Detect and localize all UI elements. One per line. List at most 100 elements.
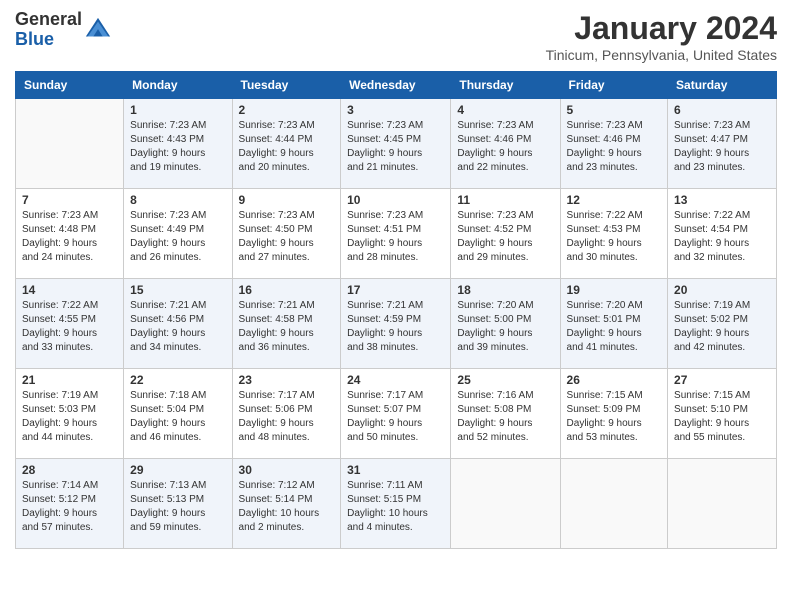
day-number: 25 — [457, 373, 553, 387]
day-info: Sunrise: 7:20 AMSunset: 5:00 PMDaylight:… — [457, 299, 553, 355]
col-monday: Monday — [124, 72, 232, 99]
calendar-cell: 4Sunrise: 7:23 AMSunset: 4:46 PMDaylight… — [451, 99, 560, 189]
day-info: Sunrise: 7:22 AMSunset: 4:55 PMDaylight:… — [22, 299, 117, 355]
calendar-cell: 18 Sunrise: 7:20 AMSunset: 5:00 PMDayligh… — [451, 279, 560, 369]
col-saturday: Saturday — [668, 72, 777, 99]
day-number: 1 — [130, 103, 225, 117]
week-row-2: 7 Sunrise: 7:23 AMSunset: 4:48 PMDaylight… — [16, 189, 777, 279]
day-number: 9 — [239, 193, 335, 207]
day-info: Sunrise: 7:15 AMSunset: 5:09 PMDaylight:… — [567, 389, 662, 445]
calendar-cell: 22 Sunrise: 7:18 AMSunset: 5:04 PMDayligh… — [124, 369, 232, 459]
calendar-cell: 1 Sunrise: 7:23 AMSunset: 4:43 PMDaylight… — [124, 99, 232, 189]
day-number: 11 — [457, 193, 553, 207]
day-number: 13 — [674, 193, 770, 207]
col-thursday: Thursday — [451, 72, 560, 99]
calendar-cell: 23 Sunrise: 7:17 AMSunset: 5:06 PMDayligh… — [232, 369, 341, 459]
calendar-cell: 9 Sunrise: 7:23 AMSunset: 4:50 PMDaylight… — [232, 189, 341, 279]
day-number: 22 — [130, 373, 225, 387]
calendar-body: 1 Sunrise: 7:23 AMSunset: 4:43 PMDaylight… — [16, 99, 777, 549]
calendar-cell: 24Sunrise: 7:17 AMSunset: 5:07 PMDayligh… — [341, 369, 451, 459]
calendar-cell — [16, 99, 124, 189]
page-header: General Blue January 2024 Tinicum, Penns… — [15, 10, 777, 63]
header-row: Sunday Monday Tuesday Wednesday Thursday… — [16, 72, 777, 99]
calendar-cell: 5 Sunrise: 7:23 AMSunset: 4:46 PMDaylight… — [560, 99, 668, 189]
day-number: 24 — [347, 373, 444, 387]
calendar-cell: 27 Sunrise: 7:15 AMSunset: 5:10 PMDayligh… — [668, 369, 777, 459]
day-number: 3 — [347, 103, 444, 117]
day-number: 27 — [674, 373, 770, 387]
day-number: 28 — [22, 463, 117, 477]
col-tuesday: Tuesday — [232, 72, 341, 99]
day-info: Sunrise: 7:21 AMSunset: 4:58 PMDaylight:… — [239, 299, 335, 355]
month-year: January 2024 — [546, 10, 777, 47]
day-number: 29 — [130, 463, 225, 477]
day-number: 12 — [567, 193, 662, 207]
day-info: Sunrise: 7:12 AMSunset: 5:14 PMDaylight:… — [239, 479, 335, 535]
title-area: January 2024 Tinicum, Pennsylvania, Unit… — [546, 10, 777, 63]
day-number: 10 — [347, 193, 444, 207]
calendar-cell: 13Sunrise: 7:22 AMSunset: 4:54 PMDayligh… — [668, 189, 777, 279]
day-info: Sunrise: 7:11 AMSunset: 5:15 PMDaylight:… — [347, 479, 444, 535]
day-info: Sunrise: 7:23 AMSunset: 4:52 PMDaylight:… — [457, 209, 553, 265]
day-number: 5 — [567, 103, 662, 117]
day-info: Sunrise: 7:18 AMSunset: 5:04 PMDaylight:… — [130, 389, 225, 445]
calendar-cell: 29 Sunrise: 7:13 AMSunset: 5:13 PMDayligh… — [124, 459, 232, 549]
col-sunday: Sunday — [16, 72, 124, 99]
day-info: Sunrise: 7:23 AMSunset: 4:43 PMDaylight:… — [130, 119, 225, 175]
day-number: 20 — [674, 283, 770, 297]
day-info: Sunrise: 7:23 AMSunset: 4:48 PMDaylight:… — [22, 209, 117, 265]
calendar-cell — [560, 459, 668, 549]
day-info: Sunrise: 7:15 AMSunset: 5:10 PMDaylight:… — [674, 389, 770, 445]
day-info: Sunrise: 7:17 AMSunset: 5:06 PMDaylight:… — [239, 389, 335, 445]
day-number: 30 — [239, 463, 335, 477]
day-info: Sunrise: 7:13 AMSunset: 5:13 PMDaylight:… — [130, 479, 225, 535]
day-number: 6 — [674, 103, 770, 117]
day-info: Sunrise: 7:20 AMSunset: 5:01 PMDaylight:… — [567, 299, 662, 355]
day-info: Sunrise: 7:21 AMSunset: 4:56 PMDaylight:… — [130, 299, 225, 355]
col-wednesday: Wednesday — [341, 72, 451, 99]
calendar-cell: 28 Sunrise: 7:14 AMSunset: 5:12 PMDayligh… — [16, 459, 124, 549]
calendar-cell: 20 Sunrise: 7:19 AMSunset: 5:02 PMDayligh… — [668, 279, 777, 369]
day-info: Sunrise: 7:16 AMSunset: 5:08 PMDaylight:… — [457, 389, 553, 445]
day-number: 8 — [130, 193, 225, 207]
day-number: 18 — [457, 283, 553, 297]
logo-text: General Blue — [15, 10, 82, 50]
day-number: 16 — [239, 283, 335, 297]
calendar-cell: 7 Sunrise: 7:23 AMSunset: 4:48 PMDaylight… — [16, 189, 124, 279]
col-friday: Friday — [560, 72, 668, 99]
day-info: Sunrise: 7:23 AMSunset: 4:49 PMDaylight:… — [130, 209, 225, 265]
calendar-cell: 2Sunrise: 7:23 AMSunset: 4:44 PMDaylight… — [232, 99, 341, 189]
calendar-cell: 26 Sunrise: 7:15 AMSunset: 5:09 PMDayligh… — [560, 369, 668, 459]
calendar-cell: 8 Sunrise: 7:23 AMSunset: 4:49 PMDaylight… — [124, 189, 232, 279]
calendar-header: Sunday Monday Tuesday Wednesday Thursday… — [16, 72, 777, 99]
calendar-cell: 19 Sunrise: 7:20 AMSunset: 5:01 PMDayligh… — [560, 279, 668, 369]
week-row-1: 1 Sunrise: 7:23 AMSunset: 4:43 PMDaylight… — [16, 99, 777, 189]
day-info: Sunrise: 7:21 AMSunset: 4:59 PMDaylight:… — [347, 299, 444, 355]
calendar-table: Sunday Monday Tuesday Wednesday Thursday… — [15, 71, 777, 549]
day-number: 17 — [347, 283, 444, 297]
calendar-cell: 6 Sunrise: 7:23 AMSunset: 4:47 PMDaylight… — [668, 99, 777, 189]
day-number: 14 — [22, 283, 117, 297]
day-number: 19 — [567, 283, 662, 297]
day-info: Sunrise: 7:23 AMSunset: 4:44 PMDaylight:… — [239, 119, 335, 175]
day-info: Sunrise: 7:19 AMSunset: 5:02 PMDaylight:… — [674, 299, 770, 355]
calendar-cell: 15 Sunrise: 7:21 AMSunset: 4:56 PMDayligh… — [124, 279, 232, 369]
day-number: 23 — [239, 373, 335, 387]
day-info: Sunrise: 7:23 AMSunset: 4:51 PMDaylight:… — [347, 209, 444, 265]
calendar-cell: 10 Sunrise: 7:23 AMSunset: 4:51 PMDayligh… — [341, 189, 451, 279]
day-info: Sunrise: 7:14 AMSunset: 5:12 PMDaylight:… — [22, 479, 117, 535]
calendar-cell: 3Sunrise: 7:23 AMSunset: 4:45 PMDaylight… — [341, 99, 451, 189]
day-info: Sunrise: 7:23 AMSunset: 4:46 PMDaylight:… — [567, 119, 662, 175]
day-number: 26 — [567, 373, 662, 387]
logo: General Blue — [15, 10, 112, 50]
day-info: Sunrise: 7:23 AMSunset: 4:50 PMDaylight:… — [239, 209, 335, 265]
day-info: Sunrise: 7:23 AMSunset: 4:47 PMDaylight:… — [674, 119, 770, 175]
day-number: 4 — [457, 103, 553, 117]
calendar-cell — [668, 459, 777, 549]
logo-icon — [84, 16, 112, 44]
day-info: Sunrise: 7:22 AMSunset: 4:53 PMDaylight:… — [567, 209, 662, 265]
day-number: 7 — [22, 193, 117, 207]
calendar-cell: 12 Sunrise: 7:22 AMSunset: 4:53 PMDayligh… — [560, 189, 668, 279]
day-number: 21 — [22, 373, 117, 387]
day-number: 15 — [130, 283, 225, 297]
